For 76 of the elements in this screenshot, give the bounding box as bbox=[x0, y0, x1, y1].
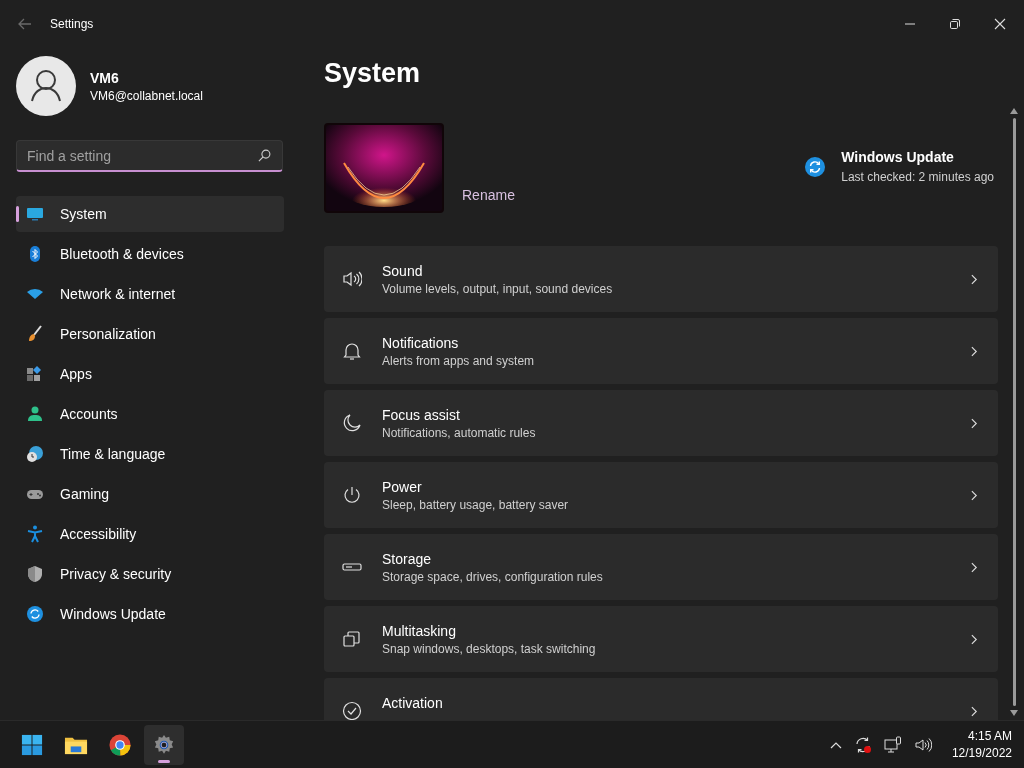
windows-logo-icon bbox=[20, 732, 44, 757]
chevron-right-icon bbox=[971, 705, 978, 717]
person-icon bbox=[26, 405, 44, 423]
sidebar-item[interactable]: Network & internet bbox=[16, 276, 284, 312]
network-icon[interactable] bbox=[883, 735, 902, 754]
card-subtitle: Alerts from apps and system bbox=[382, 353, 536, 368]
apps-icon bbox=[26, 365, 44, 383]
sidebar-item[interactable]: Windows Update bbox=[16, 596, 284, 632]
card-subtitle: Sleep, battery usage, battery saver bbox=[382, 497, 570, 512]
scroll-up-icon[interactable] bbox=[1010, 108, 1018, 114]
card-title: Notifications bbox=[382, 334, 460, 351]
user-name: VM6 bbox=[90, 69, 120, 86]
avatar-icon bbox=[16, 56, 76, 116]
search-field[interactable]: Find a setting bbox=[16, 140, 283, 172]
sidebar-item[interactable]: Accounts bbox=[16, 396, 284, 432]
rename-link[interactable]: Rename bbox=[462, 187, 515, 203]
moon-icon bbox=[342, 413, 362, 433]
card-subtitle: Notifications, automatic rules bbox=[382, 425, 537, 440]
user-email: VM6@collabnet.local bbox=[90, 88, 203, 103]
settings-card[interactable]: Storage Storage space, drives, configuration rules bbox=[324, 534, 998, 600]
sidebar-item[interactable]: Accessibility bbox=[16, 516, 284, 552]
sidebar-item[interactable]: Time & language bbox=[16, 436, 284, 472]
chevron-right-icon bbox=[971, 345, 978, 357]
chevron-right-icon bbox=[971, 417, 978, 429]
settings-card[interactable]: Multitasking Snap windows, desktops, task switching bbox=[324, 606, 998, 672]
card-title: Multitasking bbox=[382, 622, 457, 639]
windows-stack-icon bbox=[342, 629, 362, 649]
settings-card[interactable]: Notifications Alerts from apps and system bbox=[324, 318, 998, 384]
search-icon[interactable] bbox=[258, 149, 271, 162]
card-title: Power bbox=[382, 478, 423, 495]
clock-globe-icon bbox=[26, 445, 44, 463]
chevron-right-icon bbox=[971, 633, 978, 645]
sync-icon[interactable] bbox=[805, 157, 826, 177]
card-subtitle: Storage space, drives, configuration rules bbox=[382, 569, 604, 584]
bell-icon bbox=[342, 341, 362, 361]
card-title: Sound bbox=[382, 262, 424, 279]
update-status: Last checked: 2 minutes ago bbox=[841, 170, 994, 184]
settings-card[interactable]: Focus assist Notifications, automatic rules bbox=[324, 390, 998, 456]
accessibility-icon bbox=[26, 525, 44, 543]
browser-icon bbox=[108, 732, 132, 757]
taskbar-app[interactable] bbox=[144, 724, 184, 765]
update-title[interactable]: Windows Update bbox=[841, 149, 994, 165]
sync-alert-icon[interactable] bbox=[853, 735, 872, 754]
card-subtitle: Volume levels, output, input, sound devices bbox=[382, 281, 614, 296]
chevron-right-icon bbox=[971, 489, 978, 501]
paintbrush-icon bbox=[26, 325, 44, 343]
card-subtitle: Snap windows, desktops, task switching bbox=[382, 641, 597, 656]
monitor-icon bbox=[26, 205, 44, 223]
card-title: Activation bbox=[382, 694, 444, 711]
chevron-up-icon[interactable] bbox=[829, 740, 842, 749]
shield-icon bbox=[26, 565, 44, 583]
settings-card[interactable]: Sound Volume levels, output, input, sound devices bbox=[324, 246, 998, 312]
sidebar-item[interactable]: Bluetooth & devices bbox=[16, 236, 284, 272]
page-title: System bbox=[324, 58, 422, 90]
volume-icon[interactable] bbox=[913, 735, 932, 754]
restore-icon[interactable] bbox=[949, 18, 961, 30]
settings-card[interactable]: Activation bbox=[324, 678, 998, 720]
sidebar-item[interactable]: Gaming bbox=[16, 476, 284, 512]
sync-icon bbox=[26, 605, 44, 623]
settings-card[interactable]: Power Sleep, battery usage, battery saver bbox=[324, 462, 998, 528]
scrollbar[interactable] bbox=[1010, 108, 1018, 716]
sidebar-item[interactable]: Apps bbox=[16, 356, 284, 392]
scroll-down-icon[interactable] bbox=[1010, 710, 1018, 716]
sidebar-item[interactable]: System bbox=[16, 196, 284, 232]
sidebar-item[interactable]: Privacy & security bbox=[16, 556, 284, 592]
speaker-icon bbox=[342, 269, 362, 289]
chevron-right-icon bbox=[971, 561, 978, 573]
window-title: Settings bbox=[50, 17, 94, 31]
back-arrow-icon[interactable] bbox=[18, 18, 32, 30]
chevron-right-icon bbox=[971, 273, 978, 285]
sidebar-item[interactable]: Personalization bbox=[16, 316, 284, 352]
clock[interactable]: 4:15 AM 12/19/2022 bbox=[951, 729, 1012, 760]
card-title: Focus assist bbox=[382, 406, 461, 423]
close-icon[interactable] bbox=[994, 18, 1006, 30]
power-icon bbox=[342, 485, 362, 505]
card-title: Storage bbox=[382, 550, 433, 567]
